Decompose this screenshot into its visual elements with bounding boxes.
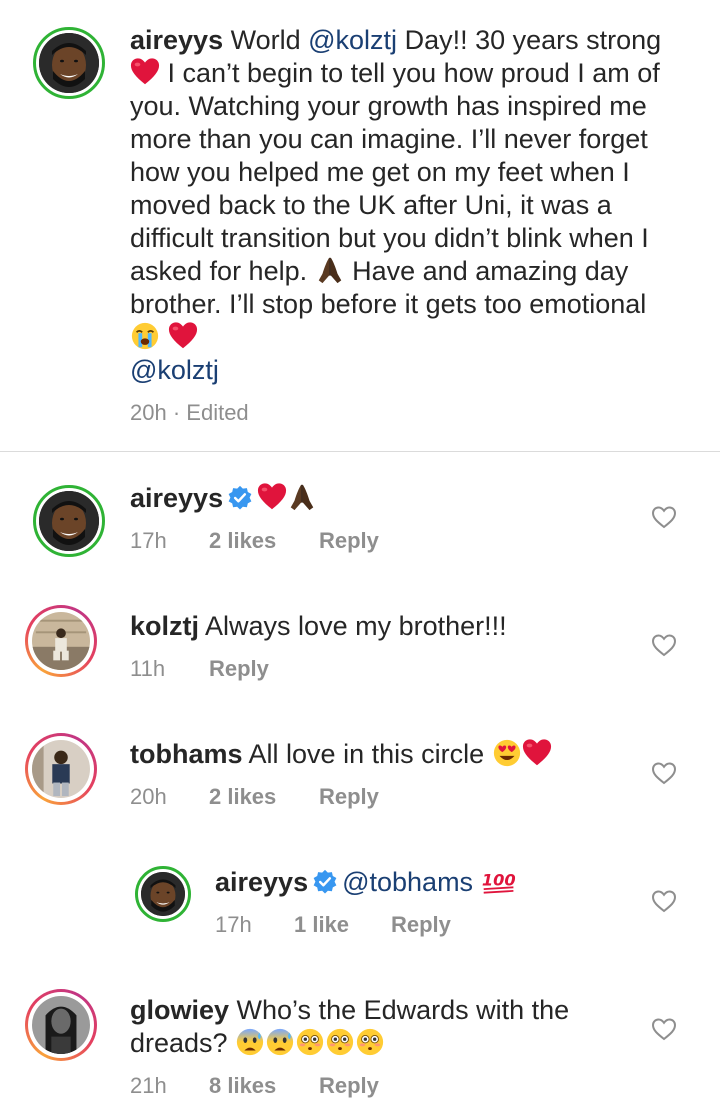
avatar[interactable] [33, 485, 105, 557]
mention-link[interactable]: @tobhams [342, 867, 473, 897]
like-heart-icon[interactable] [651, 761, 677, 785]
caption-text: aireyys World @kolztj Day!! 30 years str… [130, 25, 662, 385]
profile-photo-icon [39, 491, 99, 551]
comment-time: 20h [130, 784, 167, 809]
profile-photo-icon [39, 33, 99, 93]
comment-meta: 17h 1 like Reply [215, 912, 515, 938]
reply-button[interactable]: Reply [319, 528, 379, 554]
profile-photo-icon [32, 612, 90, 670]
heart-eyes-emoji-icon [492, 738, 522, 768]
flushed-face-emoji-icon [355, 1027, 385, 1057]
comment-text: aireyys [130, 482, 630, 515]
comment-username[interactable]: aireyys [215, 867, 308, 897]
comment-username[interactable]: aireyys [130, 483, 223, 513]
profile-photo-icon [141, 872, 185, 916]
avatar[interactable] [33, 27, 105, 99]
profile-photo-icon [32, 740, 90, 798]
reply-button[interactable]: Reply [209, 656, 269, 682]
verified-badge-icon [312, 869, 338, 895]
avatar[interactable] [135, 866, 191, 922]
likes-count[interactable]: 1 like [294, 912, 349, 938]
like-heart-icon[interactable] [651, 889, 677, 913]
comment-text: aireyys @tobhams [215, 866, 635, 899]
mention-link[interactable]: @kolztj [130, 355, 219, 385]
comment-time: 21h [130, 1073, 167, 1098]
avatar[interactable] [25, 733, 97, 805]
anxious-sweat-emoji-icon [235, 1027, 265, 1057]
avatar[interactable] [25, 989, 97, 1061]
caption-meta: 20h · Edited [130, 400, 249, 425]
comment-time: 11h [130, 656, 166, 681]
comment-username[interactable]: glowiey [130, 995, 229, 1025]
comment-username[interactable]: kolztj [130, 611, 199, 641]
likes-count[interactable]: 2 likes [209, 784, 276, 810]
reply-button[interactable]: Reply [391, 912, 451, 938]
caption-time: 20h [130, 400, 167, 425]
comment-meta: 17h 2 likes Reply [130, 528, 430, 554]
likes-count[interactable]: 8 likes [209, 1073, 276, 1099]
flushed-face-emoji-icon [295, 1027, 325, 1057]
comment-meta: 20h 2 likes Reply [130, 784, 430, 810]
praying-hands-emoji-icon [315, 255, 345, 285]
reply-button[interactable]: Reply [319, 784, 379, 810]
comment-username[interactable]: tobhams [130, 739, 243, 769]
like-heart-icon[interactable] [651, 1017, 677, 1041]
mention-link[interactable]: @kolztj [308, 25, 397, 55]
post-caption: aireyys World @kolztj Day!! 30 years str… [0, 0, 720, 450]
flushed-face-emoji-icon [325, 1027, 355, 1057]
comment-text: tobhams All love in this circle [130, 738, 630, 771]
verified-badge-icon [227, 485, 253, 511]
reply-button[interactable]: Reply [319, 1073, 379, 1099]
comment-meta: 11h Reply [130, 656, 430, 682]
caption-username[interactable]: aireyys [130, 25, 223, 55]
heart-emoji-icon [130, 57, 160, 87]
anxious-sweat-emoji-icon [265, 1027, 295, 1057]
heart-emoji-icon [257, 482, 287, 512]
comment-meta: 21h 8 likes Reply [130, 1073, 430, 1099]
heart-emoji-icon [168, 321, 198, 351]
profile-photo-icon [32, 996, 90, 1054]
comment-time: 17h [215, 912, 252, 937]
like-heart-icon[interactable] [651, 505, 677, 529]
comment-time: 17h [130, 528, 167, 553]
comment-text: glowiey Who’s the Edwards with the dreads… [130, 995, 570, 1058]
comment-text: kolztj Always love my brother!!! [130, 611, 507, 641]
divider [0, 451, 720, 452]
avatar[interactable] [25, 605, 97, 677]
heart-emoji-icon [522, 738, 552, 768]
hundred-points-emoji-icon [481, 866, 517, 896]
praying-hands-emoji-icon [287, 482, 317, 512]
edited-label: Edited [186, 400, 249, 425]
like-heart-icon[interactable] [651, 633, 677, 657]
likes-count[interactable]: 2 likes [209, 528, 276, 554]
crying-face-emoji-icon [130, 321, 160, 351]
